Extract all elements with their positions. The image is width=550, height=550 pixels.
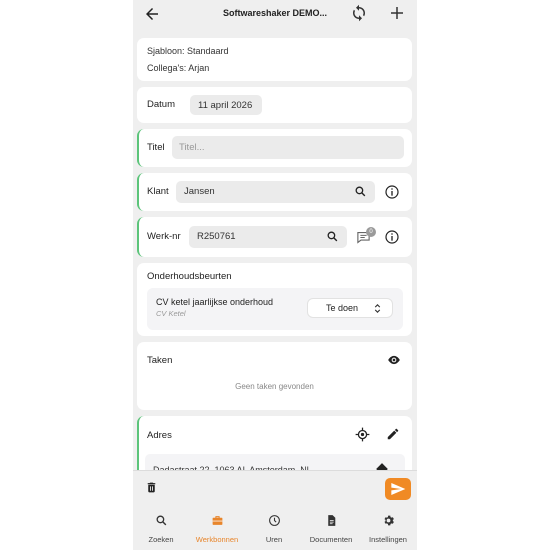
customer-label: Klant: [147, 186, 169, 197]
back-arrow-icon[interactable]: [143, 5, 161, 23]
search-icon: [156, 515, 166, 526]
tab-zoeken[interactable]: Zoeken: [133, 514, 189, 548]
tab-label: Werkbonnen: [195, 535, 239, 544]
date-label: Datum: [147, 99, 175, 110]
work-number-input[interactable]: R250761: [189, 226, 347, 248]
work-number-search-icon[interactable]: [326, 230, 339, 243]
comments-button[interactable]: 0: [356, 227, 378, 246]
maintenance-card: Onderhoudsbeurten CV ketel jaarlijkse on…: [137, 263, 412, 336]
gear-icon: [383, 515, 394, 526]
title-card: Titel Titel...: [137, 129, 412, 167]
tab-label: Uren: [265, 535, 283, 544]
template-text: Sjabloon: Standaard: [147, 46, 229, 56]
clock-icon: [268, 515, 280, 526]
colleagues-text: Collega's: Arjan: [147, 63, 210, 73]
maintenance-status-select[interactable]: Te doen: [307, 298, 393, 318]
title-placeholder: Titel...: [179, 142, 205, 153]
maintenance-heading: Onderhoudsbeurten: [147, 271, 232, 282]
tasks-empty-text: Geen taken gevonden: [235, 382, 314, 391]
trash-icon[interactable]: [145, 481, 158, 494]
work-number-info-icon[interactable]: [384, 229, 400, 245]
tab-werkbonnen[interactable]: Werkbonnen: [189, 514, 245, 548]
customer-input[interactable]: Jansen: [176, 181, 375, 203]
customer-value: Jansen: [184, 186, 215, 197]
page-title: Softwareshaker DEMO...: [222, 8, 328, 18]
maintenance-item[interactable]: CV ketel jaarlijkse onderhoud CV Ketel T…: [147, 288, 403, 330]
tasks-card: Taken Geen taken gevonden: [137, 342, 412, 410]
address-heading: Adres: [147, 430, 172, 441]
work-number-label: Werk-nr: [147, 231, 181, 242]
bottom-action-bar: [133, 470, 417, 505]
work-number-card: Werk-nr R250761 0: [137, 217, 412, 257]
date-picker[interactable]: 11 april 2026: [190, 95, 262, 115]
maintenance-item-subtitle: CV Ketel: [156, 309, 186, 318]
tab-label: Instellingen: [369, 535, 407, 544]
sync-icon[interactable]: [350, 4, 368, 22]
tasks-heading: Taken: [147, 355, 173, 366]
comment-count-badge: 0: [366, 227, 376, 237]
locate-icon[interactable]: [355, 427, 370, 442]
tab-label: Documenten: [309, 535, 353, 544]
add-icon[interactable]: [388, 4, 406, 22]
customer-card: Klant Jansen: [137, 173, 412, 211]
bottom-tab-bar: Zoeken Werkbonnen Uren Documenten Instel…: [133, 505, 417, 550]
maintenance-item-title: CV ketel jaarlijkse onderhoud: [156, 297, 274, 307]
briefcase-icon: [212, 516, 222, 525]
customer-info-icon[interactable]: [384, 184, 400, 200]
tab-label: Zoeken: [148, 535, 174, 544]
send-icon: [391, 483, 406, 495]
date-value: 11 april 2026: [198, 100, 253, 111]
work-number-value: R250761: [197, 231, 236, 242]
edit-pencil-icon[interactable]: [386, 427, 400, 441]
title-input[interactable]: Titel...: [172, 136, 404, 159]
customer-search-icon[interactable]: [354, 185, 367, 198]
title-label: Titel: [147, 142, 165, 153]
send-button[interactable]: [385, 478, 411, 500]
template-card: Sjabloon: Standaard Collega's: Arjan: [137, 38, 412, 81]
tab-uren[interactable]: Uren: [246, 514, 302, 548]
phone-screen: Softwareshaker DEMO... Sjabloon: Standaa…: [133, 0, 417, 550]
chevron-updown-icon: [374, 304, 381, 313]
top-app-bar: Softwareshaker DEMO...: [133, 0, 417, 30]
tab-documenten[interactable]: Documenten: [303, 514, 359, 548]
document-icon: [327, 515, 335, 526]
date-card: Datum 11 april 2026: [137, 87, 412, 123]
tab-instellingen[interactable]: Instellingen: [360, 514, 416, 548]
maintenance-status-value: Te doen: [326, 303, 359, 313]
eye-icon[interactable]: [387, 353, 401, 367]
